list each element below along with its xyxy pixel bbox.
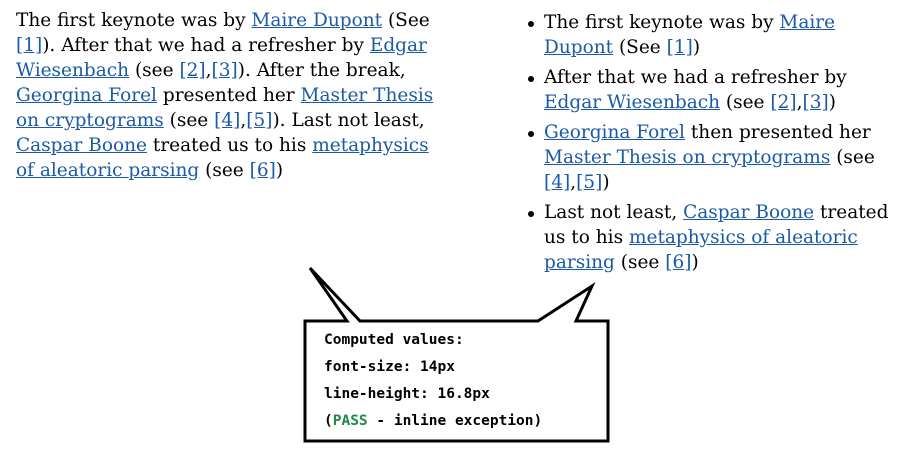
callout-line: line-height: 16.8px: [324, 386, 490, 402]
callout-line: Computed values:: [324, 332, 464, 348]
callout-rest: - inline exception): [367, 413, 543, 429]
callout-text: Computed values: font-size: 14px line-heig…: [324, 327, 542, 435]
pass-status: PASS: [332, 413, 368, 429]
callout-line: (PASS - inline exception): [324, 408, 542, 435]
callout-line: font-size: 14px: [324, 359, 455, 375]
callout-paren: (: [324, 413, 333, 429]
